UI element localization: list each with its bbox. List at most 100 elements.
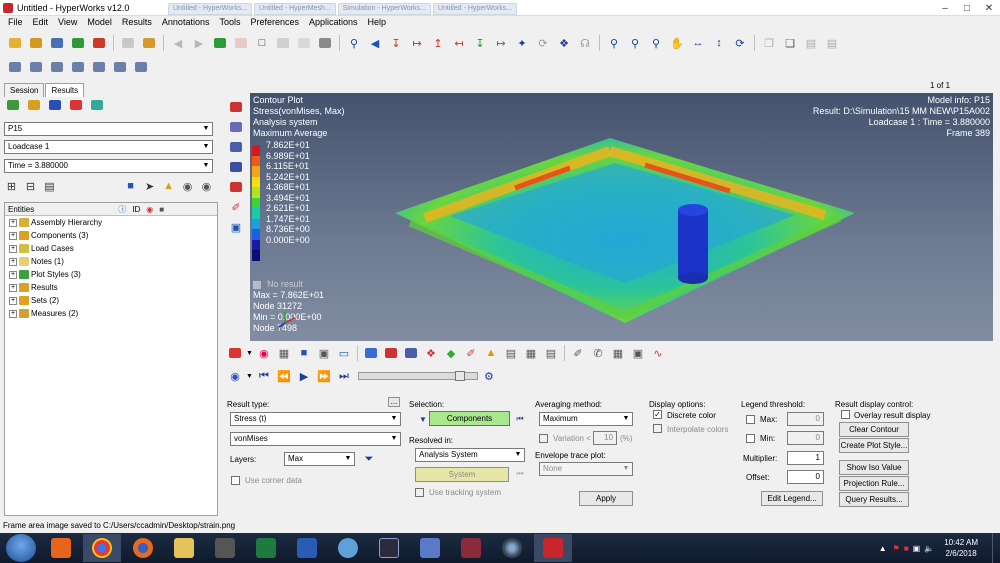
menu-help[interactable]: Help: [363, 16, 392, 30]
layout-1-icon[interactable]: [6, 59, 24, 75]
multiplier-input[interactable]: 1: [787, 451, 824, 465]
orbit-icon[interactable]: ☊: [576, 35, 594, 51]
view-z-icon[interactable]: ↧: [471, 35, 489, 51]
edit-legend-button[interactable]: Edit Legend...: [761, 491, 823, 506]
threshold-max-input[interactable]: 0: [787, 412, 824, 426]
pick-icon[interactable]: ➤: [142, 178, 157, 194]
averaging-method-select[interactable]: Maximum ▼: [539, 412, 633, 426]
contour-icon[interactable]: [25, 97, 43, 113]
contour-type-icon[interactable]: [226, 345, 244, 361]
hide-icon[interactable]: ◉: [199, 178, 214, 194]
use-tracking-checkbox[interactable]: [415, 488, 424, 497]
paste-icon[interactable]: ❏: [781, 35, 799, 51]
layout-4-icon[interactable]: [69, 59, 87, 75]
list-item[interactable]: + Sets (2): [5, 294, 217, 307]
legend-icon[interactable]: [362, 345, 380, 361]
capture-icon[interactable]: [316, 35, 334, 51]
menu-applications[interactable]: Applications: [304, 16, 363, 30]
export-image-icon[interactable]: ▣: [629, 345, 647, 361]
clear-contour-button[interactable]: Clear Contour: [839, 422, 909, 437]
show-desktop-button[interactable]: [992, 533, 1000, 563]
list-item[interactable]: + Plot Styles (3): [5, 268, 217, 281]
expand-window-icon[interactable]: [274, 35, 292, 51]
table-icon[interactable]: ▤: [542, 345, 560, 361]
menu-file[interactable]: File: [3, 16, 28, 30]
back-arrow-icon[interactable]: ◀: [169, 35, 187, 51]
library-icon[interactable]: [140, 35, 158, 51]
view-y-icon[interactable]: ↥: [429, 35, 447, 51]
view-negy-icon[interactable]: ↤: [450, 35, 468, 51]
tab-session[interactable]: Session: [4, 83, 45, 97]
components-selector-button[interactable]: Components: [429, 411, 510, 426]
minimize-icon[interactable]: –: [934, 0, 956, 16]
tray-flag-icon[interactable]: ⚑: [893, 544, 900, 553]
animation-settings-icon[interactable]: ⚙: [480, 368, 498, 384]
screen-tool-icon[interactable]: ▣: [228, 220, 244, 234]
tracing-icon[interactable]: ✐: [462, 345, 480, 361]
expand-icon[interactable]: +: [9, 231, 17, 240]
time-select[interactable]: Time = 3.880000 ▼: [4, 159, 213, 173]
layout-6-icon[interactable]: [111, 59, 129, 75]
threshold-min-input[interactable]: 0: [787, 431, 824, 445]
result-type-options-button[interactable]: ...: [388, 397, 400, 407]
list-item[interactable]: + Assembly Hierarchy: [5, 216, 217, 229]
list-item[interactable]: + Components (3): [5, 229, 217, 242]
hotspot-icon[interactable]: ▲: [482, 345, 500, 361]
iso-surface-icon[interactable]: [382, 345, 400, 361]
view-negz-icon[interactable]: ↦: [492, 35, 510, 51]
iso-tool-icon[interactable]: [228, 180, 244, 194]
layers-icon[interactable]: ▦: [609, 345, 627, 361]
contour-tool-icon[interactable]: [228, 100, 244, 114]
list-item[interactable]: + Results: [5, 281, 217, 294]
forward-arrow-icon[interactable]: ▶: [190, 35, 208, 51]
delete-page-icon[interactable]: [232, 35, 250, 51]
user-icon[interactable]: [119, 35, 137, 51]
reset-selection-icon[interactable]: ⏮: [511, 411, 529, 427]
tray-display-icon[interactable]: ▣: [913, 544, 921, 553]
color-icon[interactable]: ◉: [255, 345, 273, 361]
view-negx-icon[interactable]: ↦: [408, 35, 426, 51]
zoom-out-icon[interactable]: ⚲: [626, 35, 644, 51]
result-type-select[interactable]: Stress (t) ▼: [230, 412, 401, 426]
component-select[interactable]: vonMises ▼: [230, 432, 401, 446]
wireframe-icon[interactable]: ▣: [315, 345, 333, 361]
menu-results[interactable]: Results: [117, 16, 157, 30]
measure-tool-icon[interactable]: ✐: [228, 200, 244, 214]
envelope-trace-select[interactable]: None ▼: [539, 462, 633, 476]
expand-icon[interactable]: +: [9, 296, 17, 305]
pan-icon[interactable]: ✋: [668, 35, 686, 51]
layer-filter-icon[interactable]: ⏷: [360, 451, 378, 467]
save-session-icon[interactable]: [48, 35, 66, 51]
iso-view-icon[interactable]: ✦: [513, 35, 531, 51]
query-results-button[interactable]: Query Results...: [839, 492, 909, 507]
query-icon[interactable]: ▤: [502, 345, 520, 361]
vector-tool-icon[interactable]: [228, 140, 244, 154]
taskbar-word-icon[interactable]: [288, 534, 326, 562]
view-x-icon[interactable]: ↧: [387, 35, 405, 51]
slider-thumb[interactable]: [454, 371, 465, 381]
annotate-icon[interactable]: ✐: [569, 345, 587, 361]
home-icon[interactable]: ◀: [366, 35, 384, 51]
show-icon[interactable]: ◉: [180, 178, 195, 194]
comment-icon[interactable]: ✆: [589, 345, 607, 361]
cube-icon[interactable]: ■: [123, 178, 138, 194]
taskbar-explorer-icon[interactable]: [165, 534, 203, 562]
section-cut-icon[interactable]: ◆: [442, 345, 460, 361]
layout-3-icon[interactable]: [48, 59, 66, 75]
import-icon[interactable]: [69, 35, 87, 51]
export-icon[interactable]: [90, 35, 108, 51]
projection-rule-button[interactable]: Projection Rule...: [839, 476, 909, 491]
menu-annotations[interactable]: Annotations: [157, 16, 215, 30]
graphics-area[interactable]: Contour Plot Stress(vonMises, Max) Analy…: [250, 93, 993, 341]
menu-edit[interactable]: Edit: [28, 16, 54, 30]
clock[interactable]: 10:42 AM 2/6/2018: [944, 537, 978, 559]
taskbar-hyperworks-icon[interactable]: [534, 534, 572, 562]
play-icon[interactable]: ▶: [295, 368, 313, 384]
menu-tools[interactable]: Tools: [214, 16, 245, 30]
threshold-min-checkbox[interactable]: [746, 434, 755, 443]
mesh-icon[interactable]: ▦: [275, 345, 293, 361]
shaded-icon[interactable]: ■: [295, 345, 313, 361]
start-button[interactable]: [6, 534, 36, 562]
graph-icon[interactable]: ∿: [649, 345, 667, 361]
expand-icon[interactable]: +: [9, 283, 17, 292]
